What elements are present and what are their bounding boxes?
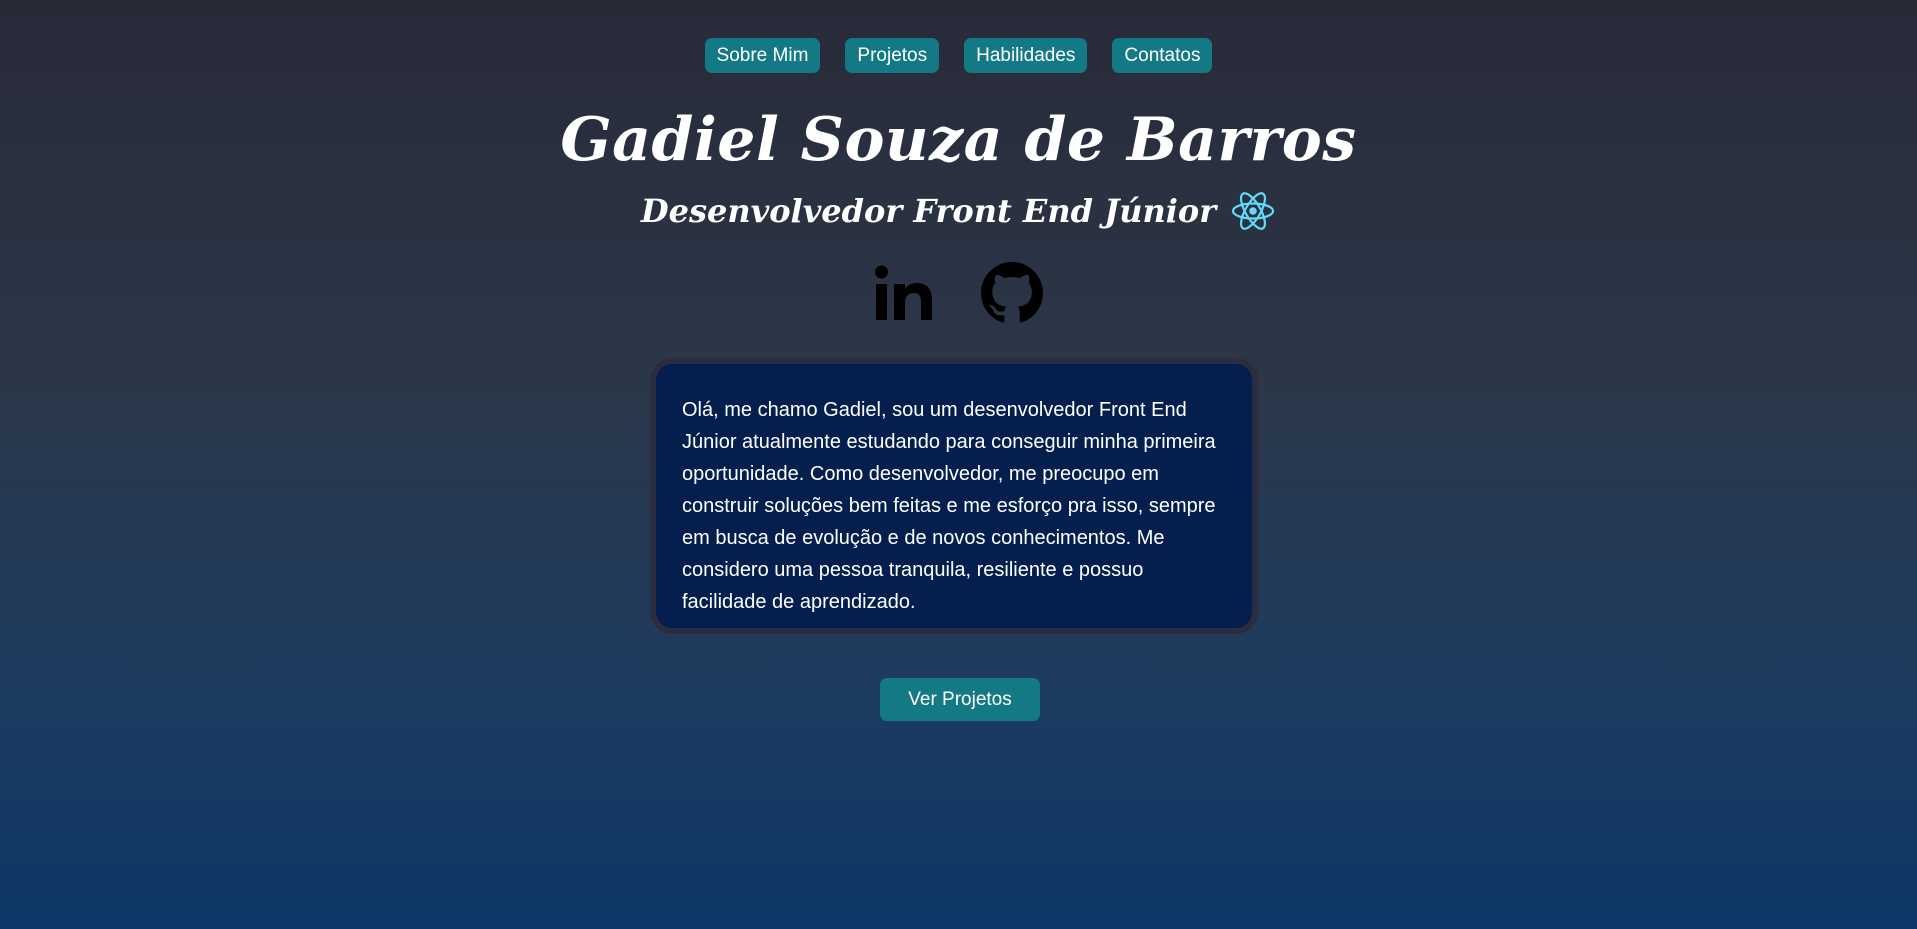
linkedin-icon[interactable]	[874, 262, 936, 324]
subtitle-text: Desenvolvedor Front End Júnior	[640, 192, 1217, 230]
nav-projetos-button[interactable]: Projetos	[845, 38, 940, 73]
subtitle-row: Desenvolvedor Front End Júnior	[0, 188, 1917, 234]
social-links	[0, 262, 1917, 324]
github-icon[interactable]	[981, 262, 1043, 324]
ver-projetos-button[interactable]: Ver Projetos	[880, 678, 1040, 721]
page-title: Gadiel Souza de Barros	[560, 105, 1357, 175]
react-icon	[1230, 188, 1276, 234]
about-text: Olá, me chamo Gadiel, sou um desenvolved…	[682, 399, 1216, 613]
nav-sobre-mim-button[interactable]: Sobre Mim	[704, 38, 821, 73]
nav-habilidades-button[interactable]: Habilidades	[964, 38, 1088, 73]
main-nav: Sobre Mim Projetos Habilidades Contatos	[0, 38, 1917, 73]
nav-contatos-button[interactable]: Contatos	[1112, 38, 1213, 73]
about-card: Olá, me chamo Gadiel, sou um desenvolved…	[650, 358, 1258, 634]
